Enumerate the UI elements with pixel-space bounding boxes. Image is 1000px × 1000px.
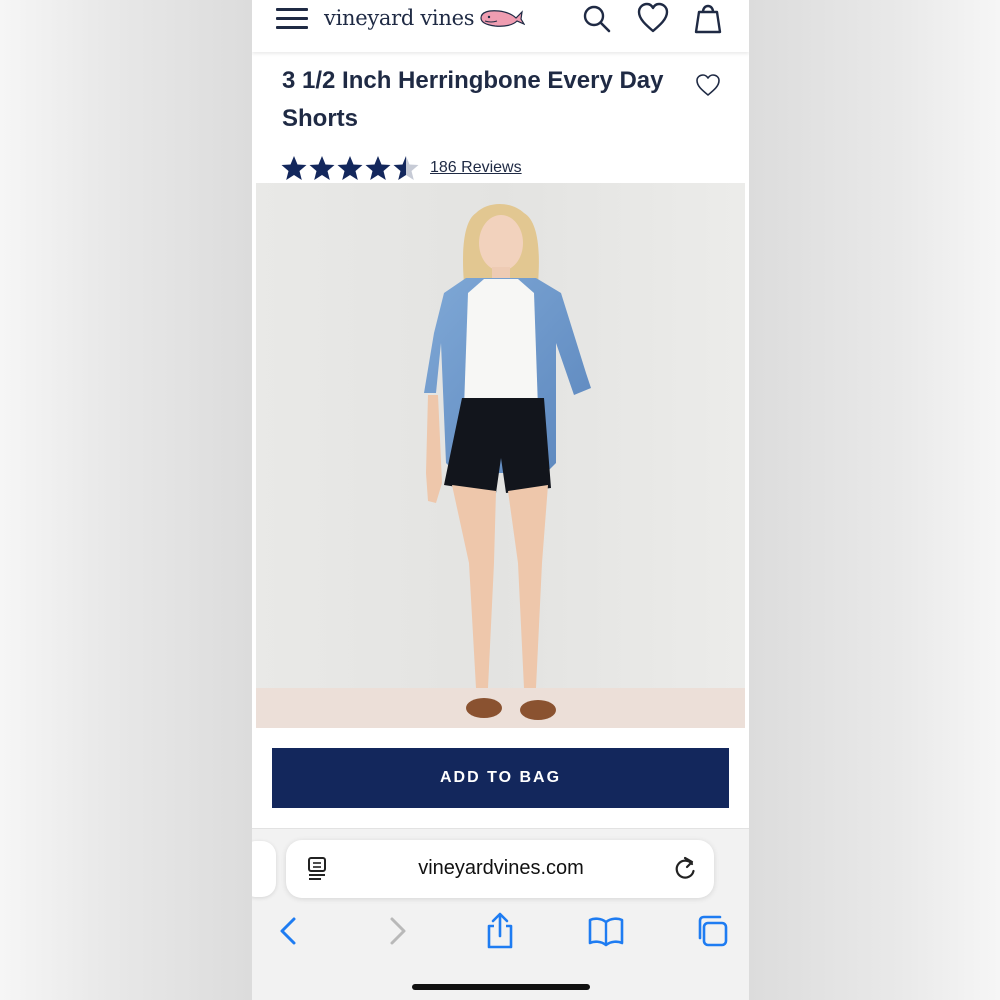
site-header: vineyard vines [252, 0, 749, 52]
previous-tab-preview[interactable] [252, 841, 276, 897]
url-text: vineyardvines.com [418, 857, 584, 879]
reviews-link[interactable]: 186 Reviews [430, 159, 522, 177]
menu-icon[interactable] [276, 6, 308, 32]
star-full-icon [309, 156, 335, 180]
home-indicator [412, 984, 590, 990]
reader-icon[interactable] [306, 856, 330, 882]
back-icon[interactable] [270, 911, 310, 951]
shopping-bag-icon[interactable] [692, 2, 724, 34]
logo-text: vineyard vines [324, 6, 475, 30]
wishlist-heart-icon[interactable] [694, 72, 722, 98]
tabs-icon[interactable] [692, 911, 732, 951]
forward-icon[interactable] [376, 911, 416, 951]
background-left [0, 0, 252, 1000]
search-icon[interactable] [582, 4, 612, 34]
model-photo [256, 183, 745, 728]
site-logo[interactable]: vineyard vines [324, 4, 526, 32]
star-full-icon [337, 156, 363, 180]
background-right [748, 0, 1000, 1000]
star-half-icon [393, 156, 419, 180]
phone-screen: vineyard vines 3 1/2 Inch Herringbone Ev… [252, 0, 749, 1000]
product-title: 3 1/2 Inch Herringbone Every Day Shorts [282, 67, 664, 132]
heart-icon[interactable] [636, 2, 670, 34]
star-full-icon [281, 156, 307, 180]
share-icon[interactable] [480, 911, 520, 951]
product-rating: 186 Reviews [280, 154, 522, 182]
star-full-icon [365, 156, 391, 180]
safari-toolbar: vineyardvines.com [252, 828, 749, 1000]
product-image[interactable] [256, 183, 745, 728]
address-bar[interactable]: vineyardvines.com [286, 840, 714, 898]
whale-logo-icon [480, 10, 526, 27]
add-to-bag-button[interactable]: ADD TO BAG [272, 748, 729, 808]
reload-icon[interactable] [672, 855, 698, 883]
bookmarks-icon[interactable] [586, 911, 626, 951]
